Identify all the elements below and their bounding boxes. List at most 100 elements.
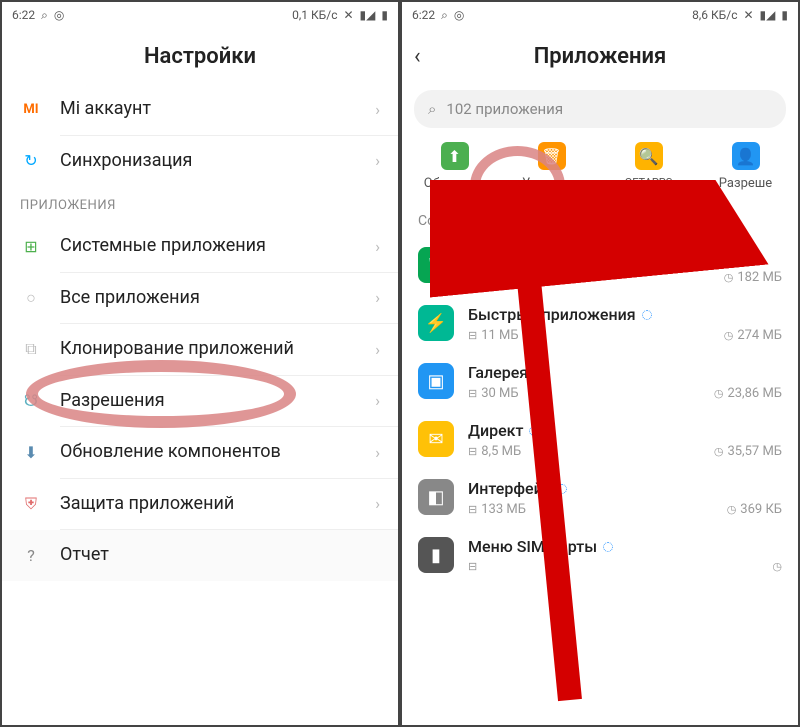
app-size: ⊟ 63 МБ [468, 270, 519, 285]
app-time: ◷ 274 МБ [724, 328, 782, 343]
status-bar: 6:22⌕◎ 8,6 КБ/с✕▮◢▮ [402, 2, 798, 28]
clock-icon: ◷ [724, 329, 734, 342]
shield-icon: ⛨ [20, 493, 42, 515]
setting-system-apps[interactable]: ⊞ Системные приложения › [2, 221, 398, 272]
storage-icon: ⊟ [468, 329, 477, 342]
chevron-down-icon: ⌄ [595, 213, 607, 229]
app-icon: ⚡ [418, 305, 454, 341]
battery-icon: ▮ [381, 8, 388, 22]
storage-icon: ⊟ [468, 445, 477, 458]
download-icon: ⬇ [20, 441, 42, 463]
phone-apps: 6:22⌕◎ 8,6 КБ/с✕▮◢▮ ‹ Приложения ⌕ 102 п… [400, 0, 800, 727]
title-bar: ‹ Приложения [402, 28, 798, 84]
status-speed: 8,6 КБ/с [692, 8, 737, 22]
app-row[interactable]: ◧ Интерфейс ⊟ 133 МБ ◷ 369 КБ [402, 469, 798, 527]
chevron-right-icon: › [375, 100, 380, 119]
setting-permissions[interactable]: ☋ Разрешения › [2, 376, 398, 427]
app-time: ◷ 35,57 МБ [714, 444, 782, 459]
app-row[interactable]: ✉ Директ ⊟ 8,5 МБ ◷ 35,57 МБ [402, 411, 798, 469]
setting-sync[interactable]: ↻ Синхронизация › [2, 136, 398, 187]
battery-icon: ▮ [781, 8, 788, 22]
app-row[interactable]: ⚡ Быстрые приложения ⊟ 11 МБ ◷ 274 МБ [402, 295, 798, 353]
user-icon: 👤 [732, 142, 760, 170]
app-size: ⊟ 11 МБ [468, 328, 519, 343]
app-size: ⊟ [468, 560, 477, 573]
permissions-icon: ☋ [20, 390, 42, 412]
no-sim-icon: ✕ [343, 8, 353, 22]
storage-icon: ⊟ [468, 387, 477, 400]
chevron-right-icon: › [375, 494, 380, 513]
search-input[interactable]: ⌕ 102 приложения [414, 90, 786, 128]
signal-icon: ▮◢ [760, 8, 776, 22]
chevron-right-icon: › [375, 288, 380, 307]
app-list: ⛨ Безопасность ⊟ 63 МБ ◷ 182 МБ ⚡ Быстры… [402, 237, 798, 583]
app-row[interactable]: ▮ Меню SIM-карты ⊟ ◷ [402, 527, 798, 583]
app-name: Меню SIM-карты [468, 537, 782, 556]
loading-icon [529, 426, 539, 436]
chevron-right-icon: › [375, 151, 380, 170]
clock-icon: ◷ [772, 560, 782, 573]
chevron-right-icon: › [375, 237, 380, 256]
app-name: Быстрые приложения [468, 305, 782, 324]
search-icon: ⌕ [441, 8, 448, 23]
clock-icon: ◷ [724, 271, 734, 284]
sort-dropdown[interactable]: Сортировка по состоянию ⌄ [402, 205, 798, 237]
getapps-icon: 🔍 [635, 142, 663, 170]
app-size: ⊟ 30 МБ [468, 386, 519, 401]
storage-icon: ⊟ [468, 560, 477, 573]
setting-app-protection[interactable]: ⛨ Защита приложений › [2, 479, 398, 530]
app-icon: ▮ [418, 537, 454, 573]
app-icon: ⛨ [418, 247, 454, 283]
app-time: ◷ 369 КБ [727, 502, 782, 517]
app-row[interactable]: ⛨ Безопасность ⊟ 63 МБ ◷ 182 МБ [402, 237, 798, 295]
page-title: Настройки [144, 44, 256, 69]
storage-icon: ⊟ [468, 271, 477, 284]
chevron-right-icon: › [375, 340, 380, 359]
app-time: ◷ 23,86 МБ [714, 386, 782, 401]
search-placeholder: 102 приложения [446, 100, 563, 118]
setting-clone-apps[interactable]: ⧉ Клонирование приложений › [2, 324, 398, 375]
clone-icon: ⧉ [20, 338, 42, 360]
clock-icon: ◷ [714, 387, 724, 400]
trash-icon: 🗑 [538, 142, 566, 170]
back-button[interactable]: ‹ [414, 44, 421, 69]
app-size: ⊟ 133 МБ [468, 502, 526, 517]
status-time: 6:22 [412, 8, 435, 22]
update-icon: ⬆ [441, 142, 469, 170]
app-icon: ▣ [418, 363, 454, 399]
loading-icon [557, 484, 567, 494]
chevron-right-icon: › [375, 443, 380, 462]
loading-icon [642, 310, 652, 320]
section-header-apps: ПРИЛОЖЕНИЯ [2, 186, 398, 221]
instagram-icon: ◎ [54, 8, 64, 22]
app-icon: ✉ [418, 421, 454, 457]
status-time: 6:22 [12, 8, 35, 22]
question-icon: ? [20, 544, 42, 566]
app-time: ◷ [772, 560, 782, 573]
setting-component-update[interactable]: ⬇ Обновление компонентов › [2, 427, 398, 478]
tab-getapps[interactable]: 🔍 GETAPPS [602, 142, 695, 191]
setting-mi-account[interactable]: MI Mi аккаунт › [2, 84, 398, 135]
app-icon: ◧ [418, 479, 454, 515]
tab-delete[interactable]: 🗑 Удаление [505, 142, 598, 191]
app-name: Безопасность [468, 247, 782, 266]
setting-report[interactable]: ? Отчет [2, 530, 398, 581]
setting-all-apps[interactable]: ○ Все приложения › [2, 273, 398, 324]
search-icon: ⌕ [428, 100, 436, 118]
loading-icon [603, 542, 613, 552]
tab-permissions[interactable]: 👤 Разреше [699, 142, 792, 191]
app-time: ◷ 182 МБ [724, 270, 782, 285]
action-tabs: ⬆ Обновле… 🗑 Удаление 🔍 GETAPPS 👤 Разреш… [402, 134, 798, 205]
status-speed: 0,1 КБ/с [292, 8, 337, 22]
signal-icon: ▮◢ [360, 8, 376, 22]
app-name: Интерфейс [468, 479, 782, 498]
loading-icon [534, 368, 544, 378]
tab-update[interactable]: ⬆ Обновле… [408, 142, 501, 191]
title-bar: Настройки [2, 28, 398, 84]
app-row[interactable]: ▣ Галерея ⊟ 30 МБ ◷ 23,86 МБ [402, 353, 798, 411]
grid-icon: ⊞ [20, 235, 42, 257]
app-name: Галерея [468, 363, 782, 382]
phone-settings: 6:22⌕◎ 0,1 КБ/с✕▮◢▮ Настройки MI Mi акка… [0, 0, 400, 727]
sync-icon: ↻ [20, 150, 42, 172]
no-sim-icon: ✕ [743, 8, 753, 22]
